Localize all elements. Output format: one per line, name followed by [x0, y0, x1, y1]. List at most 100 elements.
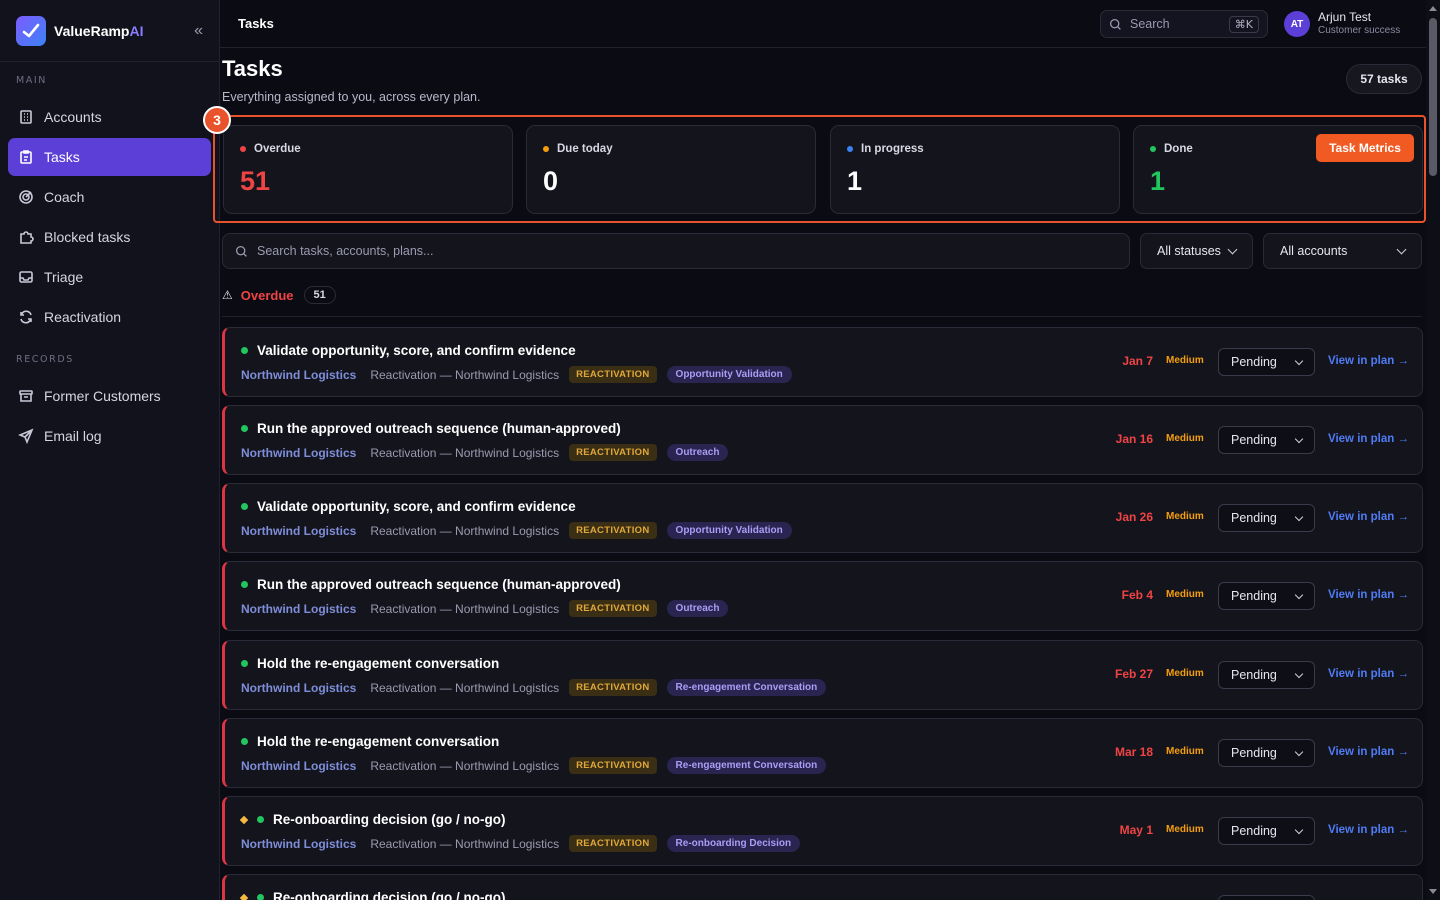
status-select[interactable]: Pending — [1218, 426, 1315, 454]
stage-tag: Outreach — [666, 444, 729, 461]
view-in-plan-link[interactable]: View in plan → — [1328, 355, 1409, 367]
refresh-icon — [20, 310, 32, 324]
status-select[interactable]: Pending — [1218, 348, 1315, 376]
task-account-link[interactable]: Northwind Logistics — [241, 602, 356, 616]
view-in-plan-link[interactable]: View in plan → — [1328, 433, 1409, 445]
stage-tag: Opportunity Validation — [666, 522, 792, 539]
status-value: Pending — [1231, 668, 1277, 682]
task-row[interactable]: Re-onboarding decision (go / no-go) — [222, 874, 1423, 900]
plan-type-tag: REACTIVATION — [569, 757, 657, 774]
scrollbar-thumb[interactable] — [1429, 18, 1437, 176]
view-in-plan-link[interactable]: View in plan → — [1328, 511, 1409, 523]
task-row[interactable]: Run the approved outreach sequence (huma… — [222, 405, 1423, 475]
task-row[interactable]: Validate opportunity, score, and confirm… — [222, 483, 1423, 553]
task-row[interactable]: Hold the re-engagement conversation North… — [222, 640, 1423, 710]
task-title: Re-onboarding decision (go / no-go) — [273, 890, 506, 900]
view-in-plan-link[interactable]: View in plan → — [1328, 589, 1409, 601]
stat-card-overdue[interactable]: Overdue 51 — [223, 125, 513, 214]
task-account-link[interactable]: Northwind Logistics — [241, 681, 356, 695]
sidebar-item-blocked-tasks[interactable]: Blocked tasks — [8, 218, 211, 256]
flag-diamond-icon — [239, 893, 249, 900]
task-row[interactable]: Re-onboarding decision (go / no-go) North… — [222, 796, 1423, 866]
task-search-placeholder: Search tasks, accounts, plans... — [257, 244, 434, 258]
sidebar-item-accounts[interactable]: Accounts — [8, 98, 211, 136]
warning-icon: ⚠ — [222, 288, 233, 302]
scroll-down-icon[interactable] — [1429, 889, 1437, 894]
stat-label: Done — [1164, 143, 1193, 155]
view-in-plan-link[interactable]: View in plan → — [1328, 746, 1409, 758]
task-meta: Northwind Logistics Reactivation — Northw… — [241, 522, 792, 539]
chevron-down-icon — [1294, 825, 1304, 834]
search-icon — [1109, 18, 1121, 30]
inbox-icon — [19, 271, 33, 283]
sidebar-item-label: Former Customers — [44, 388, 161, 404]
divider — [222, 316, 1422, 317]
sidebar-item-reactivation[interactable]: Reactivation — [8, 298, 211, 336]
status-select[interactable]: Pending — [1218, 582, 1315, 610]
scroll-up-icon[interactable] — [1429, 6, 1437, 11]
task-title: Re-onboarding decision (go / no-go) — [273, 812, 506, 827]
view-in-plan-link[interactable]: View in plan → — [1328, 824, 1409, 836]
global-search[interactable]: Search ⌘K — [1100, 10, 1268, 38]
sidebar: ValueRampAI « MAIN Accounts Tasks Coach … — [0, 0, 220, 900]
task-plan: Reactivation — Northwind Logistics — [370, 758, 560, 773]
task-row[interactable]: Run the approved outreach sequence (huma… — [222, 561, 1423, 631]
sidebar-item-label: Accounts — [44, 109, 102, 125]
sidebar-item-triage[interactable]: Triage — [8, 258, 211, 296]
chevron-down-icon — [1294, 356, 1304, 365]
due-date: Feb 4 — [1121, 588, 1153, 602]
task-title-row: Validate opportunity, score, and confirm… — [241, 499, 576, 514]
sidebar-item-former-customers[interactable]: Former Customers — [8, 377, 211, 415]
task-account-link[interactable]: Northwind Logistics — [241, 368, 356, 382]
avatar[interactable]: AT — [1284, 11, 1310, 37]
search-icon — [235, 245, 247, 257]
status-dot — [241, 738, 248, 745]
task-title-row: Hold the re-engagement conversation — [241, 656, 499, 671]
stat-label: In progress — [861, 143, 924, 155]
status-filter-select[interactable]: All statuses — [1140, 233, 1253, 269]
status-select[interactable]: Pending — [1218, 739, 1315, 767]
group-header-overdue[interactable]: ⚠ Overdue 51 — [222, 286, 336, 304]
task-account-link[interactable]: Northwind Logistics — [241, 759, 356, 773]
user-info[interactable]: Arjun Test Customer success — [1318, 10, 1400, 36]
plan-type-tag: REACTIVATION — [569, 835, 657, 852]
task-title-row: Run the approved outreach sequence (huma… — [241, 577, 621, 592]
chevron-down-icon — [1294, 434, 1304, 443]
account-filter-select[interactable]: All accounts — [1263, 233, 1422, 269]
page-scrollbar[interactable] — [1426, 0, 1440, 900]
chevron-down-icon — [1294, 747, 1304, 756]
logo-icon — [16, 15, 46, 46]
topbar: Tasks Search ⌘K AT Arjun Test Customer s… — [220, 0, 1426, 48]
task-metrics-button[interactable]: Task Metrics — [1316, 134, 1414, 162]
task-search-input[interactable]: Search tasks, accounts, plans... — [222, 233, 1130, 269]
user-name: Arjun Test — [1318, 10, 1372, 24]
sidebar-item-coach[interactable]: Coach — [8, 178, 211, 216]
status-select[interactable]: Pending — [1218, 817, 1315, 845]
stat-card-due-today[interactable]: Due today 0 — [526, 125, 816, 214]
status-dot — [543, 146, 549, 152]
sidebar-item-email-log[interactable]: Email log — [8, 417, 211, 455]
sidebar-item-tasks[interactable]: Tasks — [8, 138, 211, 176]
stat-value: 51 — [240, 166, 271, 196]
status-dot — [241, 503, 248, 510]
status-select[interactable] — [1218, 895, 1315, 900]
task-account-link[interactable]: Northwind Logistics — [241, 446, 356, 460]
task-title-row: Re-onboarding decision (go / no-go) — [239, 890, 506, 900]
collapse-sidebar-icon[interactable]: « — [194, 22, 203, 40]
status-filter-value: All statuses — [1157, 244, 1221, 258]
task-row[interactable]: Validate opportunity, score, and confirm… — [222, 327, 1423, 397]
status-value: Pending — [1231, 589, 1277, 603]
status-select[interactable]: Pending — [1218, 504, 1315, 532]
status-dot — [240, 146, 246, 152]
view-in-plan-link[interactable]: View in plan → — [1328, 668, 1409, 680]
task-plan: Reactivation — Northwind Logistics — [370, 445, 560, 460]
task-account-link[interactable]: Northwind Logistics — [241, 524, 356, 538]
status-select[interactable]: Pending — [1218, 661, 1315, 689]
stat-card-in-progress[interactable]: In progress 1 — [830, 125, 1120, 214]
search-shortcut: ⌘K — [1228, 15, 1259, 33]
due-date: May 1 — [1119, 823, 1153, 837]
task-plan: Reactivation — Northwind Logistics — [370, 836, 560, 851]
task-row[interactable]: Hold the re-engagement conversation North… — [222, 718, 1423, 788]
user-role: Customer success — [1318, 25, 1401, 36]
task-account-link[interactable]: Northwind Logistics — [241, 837, 356, 851]
